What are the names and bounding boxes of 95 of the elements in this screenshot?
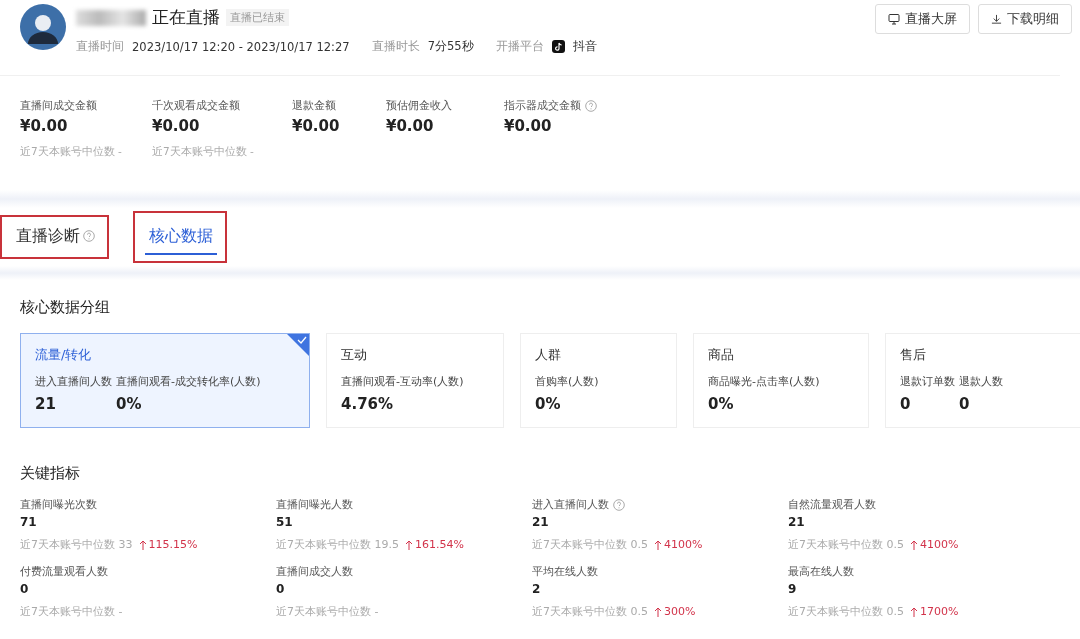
meta-label: 直播时长: [371, 39, 420, 54]
up-arrow-icon: [910, 539, 918, 550]
help-icon[interactable]: [613, 498, 625, 511]
median-text: 近7天本账号中位数 0.5: [532, 604, 648, 619]
meta-value: 2023/10/17 12:20 - 2023/10/17 12:27: [132, 39, 350, 54]
median-text: 近7天本账号中位数 0.5: [788, 537, 904, 552]
change-rate: 161.54%: [405, 538, 464, 551]
download-icon: [991, 13, 1002, 25]
tab[interactable]: 直播诊断: [12, 219, 99, 255]
metric-value: 71: [20, 515, 38, 529]
card-metric-value: 0%: [708, 395, 735, 413]
big-screen-button[interactable]: 直播大屏: [875, 4, 970, 34]
metric-value: 0: [276, 582, 286, 596]
card-title: 售后: [900, 346, 927, 364]
up-arrow-icon: [654, 539, 662, 550]
metric-value: ¥0.00: [152, 117, 201, 135]
card-metric-label: 直播间观看-成交转化率(人数): [116, 374, 261, 389]
live-title: 正在直播: [152, 6, 220, 29]
median-text: 近7天本账号中位数 0.5: [788, 604, 904, 619]
check-corner-icon: [287, 334, 309, 356]
metric-value: 21: [532, 515, 550, 529]
card-title: 互动: [341, 346, 368, 364]
tab[interactable]: 核心数据: [145, 219, 217, 255]
card-metric-value: 4.76%: [341, 395, 395, 413]
card-metric-label: 退款订单数: [900, 374, 955, 389]
card-metric-value: 0%: [116, 395, 143, 413]
group-card[interactable]: 流量/转化 进入直播间人数 21 直播间观看-成交转化率(人数) 0%: [20, 333, 310, 428]
metric-label: 直播间成交金额: [20, 98, 97, 113]
up-arrow-icon: [138, 539, 147, 550]
median-text: 近7天本账号中位数 -: [20, 604, 123, 619]
group-card[interactable]: 互动 直播间观看-互动率(人数) 4.76%: [326, 333, 504, 428]
group-card[interactable]: 商品 商品曝光-点击率(人数) 0%: [693, 333, 869, 428]
meta-value: 7分55秒: [427, 39, 474, 54]
status-tag: 直播已结束: [226, 9, 289, 26]
avatar: [20, 4, 66, 50]
change-rate: 1700%: [910, 605, 959, 618]
metric-value: 21: [788, 515, 806, 529]
card-title: 商品: [708, 346, 735, 364]
meta-label: 直播时间: [76, 39, 124, 54]
up-arrow-icon: [910, 606, 918, 617]
metric-label: 最高在线人数: [788, 564, 854, 579]
section-title: 关键指标: [20, 464, 81, 483]
change-rate: 115.15%: [138, 538, 198, 551]
metric-value: 51: [276, 515, 294, 529]
metric-value: ¥0.00: [292, 117, 341, 135]
card-title: 人群: [535, 346, 562, 364]
change-rate: 4100%: [654, 538, 703, 551]
blurred-name: [76, 9, 146, 26]
metric-label: 平均在线人数: [532, 564, 598, 579]
median-text: 近7天本账号中位数 -: [20, 145, 123, 159]
metric-label: 指示器成交金额: [504, 98, 581, 113]
help-icon[interactable]: [585, 99, 597, 112]
card-metric-value: 21: [35, 395, 57, 413]
median-text: 近7天本账号中位数 -: [276, 604, 379, 619]
metric-value: ¥0.00: [386, 117, 435, 135]
metric-value: 9: [788, 582, 798, 596]
median-text: 近7天本账号中位数 33: [20, 537, 133, 552]
card-title: 流量/转化: [35, 346, 93, 364]
metric-value: 0: [20, 582, 30, 596]
metric-value: ¥0.00: [20, 117, 69, 135]
median-text: 近7天本账号中位数 -: [152, 145, 255, 159]
card-metric-value: 0: [900, 395, 912, 413]
card-metric-value: 0: [959, 395, 971, 413]
metric-label: 直播间曝光次数: [20, 497, 97, 512]
download-button[interactable]: 下载明细: [978, 4, 1072, 34]
metric-value: 2: [532, 582, 542, 596]
meta-label: 开播平台: [495, 39, 544, 54]
help-icon[interactable]: [83, 230, 95, 242]
card-metric-label: 退款人数: [959, 374, 1003, 389]
card-metric-label: 进入直播间人数: [35, 374, 112, 389]
metric-label: 直播间曝光人数: [276, 497, 353, 512]
card-metric-label: 商品曝光-点击率(人数): [708, 374, 820, 389]
group-card[interactable]: 人群 首购率(人数) 0%: [520, 333, 677, 428]
card-metric-label: 首购率(人数): [535, 374, 599, 389]
meta-value: 抖音: [572, 39, 597, 54]
up-arrow-icon: [654, 606, 662, 617]
monitor-icon: [888, 13, 900, 25]
section-title: 核心数据分组: [20, 298, 111, 317]
metric-label: 退款金额: [292, 98, 336, 113]
metric-label: 直播间成交人数: [276, 564, 353, 579]
metric-label: 预估佣金收入: [386, 98, 452, 113]
card-metric-value: 0%: [535, 395, 562, 413]
music-note-icon: [551, 40, 565, 53]
up-arrow-icon: [405, 539, 413, 550]
metric-value: ¥0.00: [504, 117, 553, 135]
median-text: 近7天本账号中位数 0.5: [532, 537, 648, 552]
change-rate: 4100%: [910, 538, 959, 551]
metric-label: 千次观看成交金额: [152, 98, 240, 113]
card-metric-label: 直播间观看-互动率(人数): [341, 374, 464, 389]
change-rate: 300%: [654, 605, 696, 618]
group-card[interactable]: 售后 退款订单数 0 退款人数 0: [885, 333, 1080, 428]
median-text: 近7天本账号中位数 19.5: [276, 537, 399, 552]
metric-label: 付费流量观看人数: [20, 564, 108, 579]
metric-label: 进入直播间人数: [532, 497, 609, 512]
metric-label: 自然流量观看人数: [788, 497, 876, 512]
